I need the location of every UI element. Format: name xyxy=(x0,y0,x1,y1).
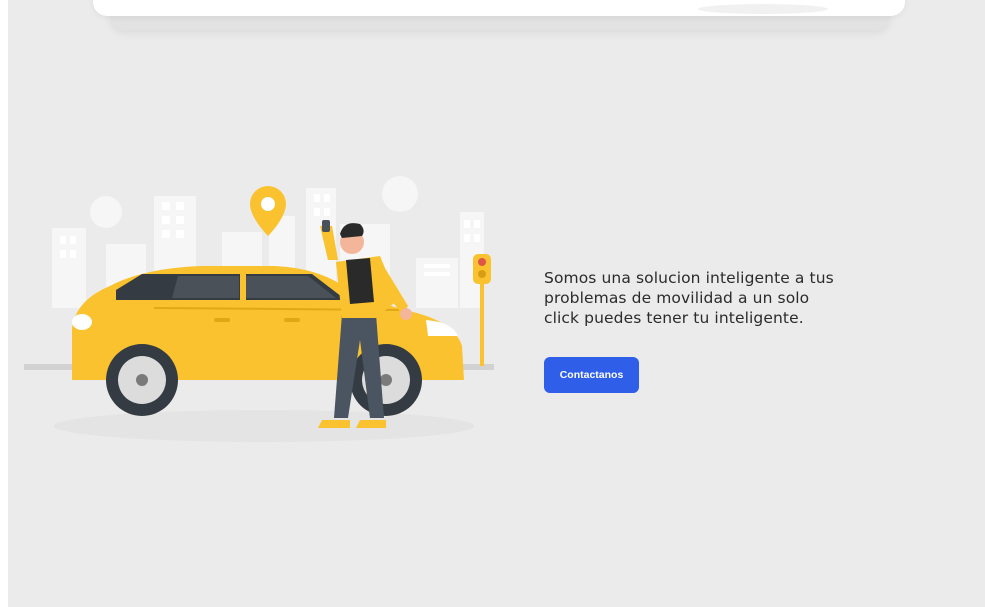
traffic-light-icon xyxy=(473,254,491,366)
contact-button[interactable]: Contactanos xyxy=(544,357,639,393)
top-card-decoration xyxy=(698,4,828,14)
top-card xyxy=(93,0,905,16)
taxi-illustration xyxy=(24,176,494,442)
hero-description: Somos una solucion inteligente a tus pro… xyxy=(544,269,834,327)
taxi-car xyxy=(72,266,464,416)
page-background: Somos una solucion inteligente a tus pro… xyxy=(8,0,985,607)
